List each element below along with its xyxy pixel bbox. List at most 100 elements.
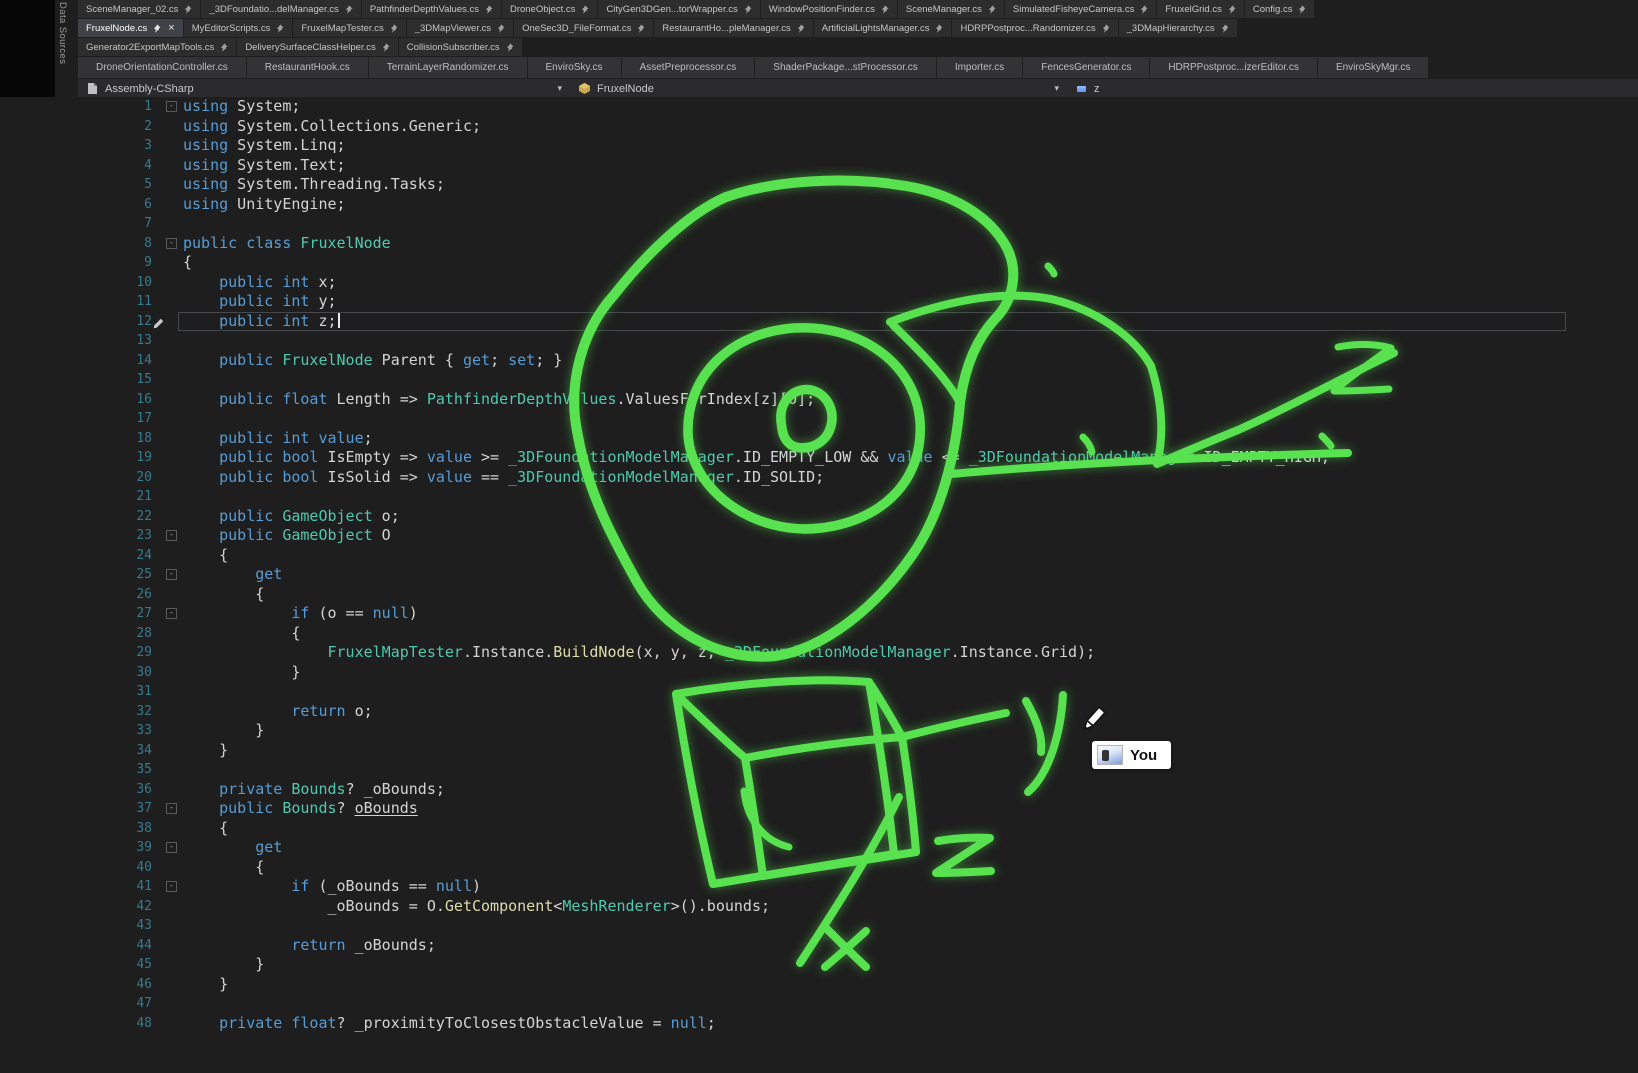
code-line[interactable]: 48 private float? _proximityToClosestObs… xyxy=(78,1014,1638,1034)
editor-tab[interactable]: CityGen3DGen...torWrapper.cs xyxy=(598,0,759,18)
editor-tab[interactable]: DroneObject.cs xyxy=(502,0,597,18)
code-line[interactable]: 17 xyxy=(78,409,1638,429)
code-line[interactable]: 44 return _oBounds; xyxy=(78,936,1638,956)
editor-tab[interactable]: FruxelMapTester.cs xyxy=(293,19,405,37)
code-line[interactable]: 4using System.Text; xyxy=(78,156,1638,176)
editor-tab[interactable]: FruxelNode.cs× xyxy=(78,19,183,37)
editor-tab[interactable]: ShaderPackage...stProcessor.cs xyxy=(755,57,936,78)
editor-tab[interactable]: AssetPreprocessor.cs xyxy=(622,57,755,78)
code-line[interactable]: 45 } xyxy=(78,955,1638,975)
line-number: 7 xyxy=(78,214,152,234)
fold-marker-icon[interactable]: - xyxy=(166,569,177,580)
code-line[interactable]: 33 } xyxy=(78,721,1638,741)
project-dropdown[interactable]: Assembly-CSharp ▾ xyxy=(78,79,570,98)
code-editor[interactable]: 1-using System;2using System.Collections… xyxy=(78,97,1638,1073)
code-line[interactable]: 20 public bool IsSolid => value == _3DFo… xyxy=(78,468,1638,488)
editor-tab[interactable]: Importer.cs xyxy=(937,57,1022,78)
editor-tab[interactable]: DeliverySurfaceClassHelper.cs xyxy=(237,38,397,56)
editor-tab[interactable]: DroneOrientationController.cs xyxy=(78,57,246,78)
code-line[interactable]: 24 { xyxy=(78,546,1638,566)
fold-marker-icon[interactable]: - xyxy=(166,842,177,853)
editor-tab[interactable]: EnviroSky.cs xyxy=(528,57,621,78)
fold-marker-icon[interactable]: - xyxy=(166,238,177,249)
member-dropdown[interactable]: z xyxy=(1067,79,1638,98)
code-text: { xyxy=(183,858,264,878)
code-line[interactable]: 41- if (_oBounds == null) xyxy=(78,877,1638,897)
code-line[interactable]: 9{ xyxy=(78,253,1638,273)
editor-tab[interactable]: HDRPPostproc...izerEditor.cs xyxy=(1150,57,1317,78)
editor-tab[interactable]: _3DMapHierarchy.cs xyxy=(1119,19,1237,37)
code-line[interactable]: 29 FruxelMapTester.Instance.BuildNode(x,… xyxy=(78,643,1638,663)
code-line[interactable]: 42 _oBounds = O.GetComponent<MeshRendere… xyxy=(78,897,1638,917)
fold-marker-icon[interactable]: - xyxy=(166,803,177,814)
code-line[interactable]: 47 xyxy=(78,994,1638,1014)
editor-tab[interactable]: OneSec3D_FileFormat.cs xyxy=(514,19,653,37)
editor-tab[interactable]: SceneManager_02.cs xyxy=(78,0,200,18)
code-line[interactable]: 11 public int y; xyxy=(78,292,1638,312)
editor-tab[interactable]: CollisionSubscriber.cs xyxy=(399,38,522,56)
code-line[interactable]: 46 } xyxy=(78,975,1638,995)
editor-tab[interactable]: SimulatedFisheyeCamera.cs xyxy=(1005,0,1156,18)
code-line[interactable]: 39- get xyxy=(78,838,1638,858)
editor-tab[interactable]: Config.cs xyxy=(1245,0,1315,18)
code-line[interactable]: 6using UnityEngine; xyxy=(78,195,1638,215)
code-line[interactable]: 1-using System; xyxy=(78,97,1638,117)
code-line[interactable]: 27- if (o == null) xyxy=(78,604,1638,624)
gutter-glyph-margin xyxy=(152,507,183,527)
editor-tab[interactable]: FencesGenerator.cs xyxy=(1023,57,1149,78)
line-number: 22 xyxy=(78,507,152,527)
editor-tab[interactable]: PathfinderDepthValues.cs xyxy=(362,0,501,18)
code-line[interactable]: 22 public GameObject o; xyxy=(78,507,1638,527)
code-line[interactable]: 15 xyxy=(78,370,1638,390)
editor-tab[interactable]: HDRPPostproc...Randomizer.cs xyxy=(952,19,1117,37)
code-line[interactable]: 37- public Bounds? oBounds xyxy=(78,799,1638,819)
editor-tab[interactable]: RestaurantHo...pleManager.cs xyxy=(654,19,812,37)
close-icon[interactable]: × xyxy=(168,22,174,34)
code-line[interactable]: 23- public GameObject O xyxy=(78,526,1638,546)
fold-marker-icon[interactable]: - xyxy=(166,608,177,619)
code-line[interactable]: 36 private Bounds? _oBounds; xyxy=(78,780,1638,800)
code-line[interactable]: 14 public FruxelNode Parent { get; set; … xyxy=(78,351,1638,371)
code-line[interactable]: 43 xyxy=(78,916,1638,936)
editor-tab[interactable]: _3DFoundatio...delManager.cs xyxy=(201,0,360,18)
editor-tab[interactable]: _3DMapViewer.cs xyxy=(407,19,513,37)
code-line[interactable]: 40 { xyxy=(78,858,1638,878)
code-line[interactable]: 31 xyxy=(78,682,1638,702)
data-sources-tool-tab[interactable]: Data Sources xyxy=(57,2,68,64)
editor-tab[interactable]: FruxelGrid.cs xyxy=(1157,0,1243,18)
code-line[interactable]: 21 xyxy=(78,487,1638,507)
code-line[interactable]: 28 { xyxy=(78,624,1638,644)
code-line[interactable]: 30 } xyxy=(78,663,1638,683)
fold-marker-icon[interactable]: - xyxy=(166,881,177,892)
fold-marker-icon[interactable]: - xyxy=(166,101,177,112)
code-line[interactable]: 2using System.Collections.Generic; xyxy=(78,117,1638,137)
code-line[interactable]: 13 xyxy=(78,331,1638,351)
code-line[interactable]: 35 xyxy=(78,760,1638,780)
code-line[interactable]: 16 public float Length => PathfinderDept… xyxy=(78,390,1638,410)
code-line[interactable]: 5using System.Threading.Tasks; xyxy=(78,175,1638,195)
editor-tab[interactable]: SceneManager.cs xyxy=(898,0,1004,18)
editor-tab[interactable]: MyEditorScripts.cs xyxy=(184,19,293,37)
editor-tab[interactable]: Generator2ExportMapTools.cs xyxy=(78,38,236,56)
code-line[interactable]: 18 public int value; xyxy=(78,429,1638,449)
code-line[interactable]: 3using System.Linq; xyxy=(78,136,1638,156)
code-line[interactable]: 32 return o; xyxy=(78,702,1638,722)
editor-tab[interactable]: EnviroSkyMgr.cs xyxy=(1318,57,1428,78)
code-line[interactable]: 25- get xyxy=(78,565,1638,585)
code-line[interactable]: 10 public int x; xyxy=(78,273,1638,293)
code-line[interactable]: 7 xyxy=(78,214,1638,234)
type-dropdown[interactable]: FruxelNode ▾ xyxy=(570,79,1067,98)
editor-tab[interactable]: TerrainLayerRandomizer.cs xyxy=(369,57,527,78)
code-line[interactable]: 12 public int z; xyxy=(78,312,1638,332)
code-line[interactable]: 38 { xyxy=(78,819,1638,839)
code-line[interactable]: 34 } xyxy=(78,741,1638,761)
fold-marker-icon[interactable]: - xyxy=(166,530,177,541)
editor-tab[interactable]: ArtificialLightsManager.cs xyxy=(814,19,952,37)
code-line[interactable]: 8-public class FruxelNode xyxy=(78,234,1638,254)
editor-tab[interactable]: WindowPositionFinder.cs xyxy=(761,0,897,18)
gutter-glyph-margin xyxy=(152,702,183,722)
code-line[interactable]: 19 public bool IsEmpty => value >= _3DFo… xyxy=(78,448,1638,468)
code-line[interactable]: 26 { xyxy=(78,585,1638,605)
editor-tab[interactable]: RestaurantHook.cs xyxy=(247,57,368,78)
pin-icon xyxy=(275,24,284,33)
